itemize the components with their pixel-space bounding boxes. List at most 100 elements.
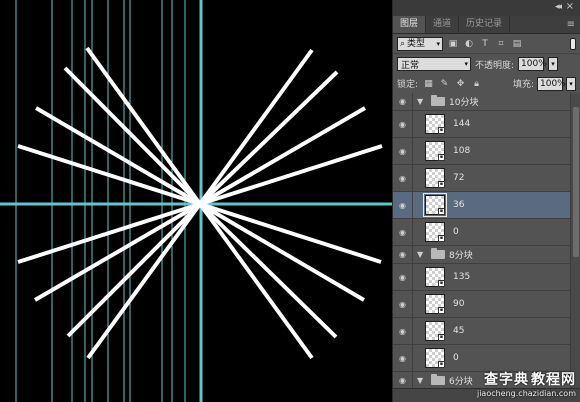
- layer-thumbnail: ▪: [425, 321, 445, 341]
- filter-toggle-switch[interactable]: [570, 37, 576, 50]
- smart-object-icon: ▪: [438, 307, 445, 314]
- layers-panel: ◂◂ × 图层 通道 历史记录 ≡ ⌕ 类型 ▾ ▣ ◐ T ⌗ ▤ 正常 ▾ …: [392, 0, 580, 402]
- eye-icon[interactable]: ◉: [393, 246, 413, 263]
- eye-icon[interactable]: ◉: [393, 345, 413, 371]
- layer-name[interactable]: 90: [453, 299, 464, 309]
- fill-label: 填充:: [512, 80, 534, 90]
- eye-icon[interactable]: ◉: [393, 111, 413, 137]
- chevron-down-icon[interactable]: ▼: [417, 250, 427, 259]
- layers-scrollbar[interactable]: [570, 93, 580, 388]
- opacity-label: 不透明度:: [475, 60, 515, 71]
- layer-row[interactable]: ◉ ▪ 108: [393, 138, 570, 165]
- lock-row: 锁定: ▦ ✎ ✥ 🔒︎ 填充: 100% ▾: [393, 74, 580, 94]
- folder-icon: [431, 374, 445, 385]
- pixel-filter-icon[interactable]: ▣: [447, 38, 459, 50]
- eye-icon[interactable]: ◉: [393, 372, 413, 388]
- eye-icon[interactable]: ◉: [393, 291, 413, 317]
- layer-thumbnail: ▪: [425, 348, 445, 368]
- layer-thumbnail: ▪: [425, 294, 445, 314]
- layer-name[interactable]: 45: [453, 326, 464, 336]
- layer-name[interactable]: 135: [453, 272, 470, 282]
- lock-position-icon[interactable]: ✥: [455, 78, 466, 89]
- radiating-line: [198, 202, 314, 360]
- watermark-url: jiaocheng.chazidian.com: [476, 389, 576, 398]
- blend-row: 正常 ▾ 不透明度: 100% ▾: [393, 54, 580, 74]
- fill-field[interactable]: 100%: [537, 76, 566, 91]
- layer-name[interactable]: 108: [453, 146, 470, 156]
- eye-icon[interactable]: ◉: [393, 219, 413, 245]
- panel-tabs: 图层 通道 历史记录 ≡: [393, 16, 580, 34]
- layer-name[interactable]: 0: [453, 353, 459, 363]
- layer-group-row[interactable]: ◉ ▼ 8分块: [393, 246, 570, 264]
- smart-object-icon: ▪: [438, 208, 445, 215]
- smart-object-icon: ▪: [438, 235, 445, 242]
- smart-object-icon: ▪: [438, 334, 445, 341]
- canvas-artwork: [0, 0, 392, 402]
- layer-thumbnail: ▪: [425, 222, 445, 242]
- layer-group-name: 10分块: [449, 98, 479, 108]
- eye-icon[interactable]: ◉: [393, 93, 413, 110]
- blend-mode-select[interactable]: 正常 ▾: [397, 57, 471, 71]
- blend-mode-value: 正常: [401, 60, 420, 71]
- shape-filter-icon[interactable]: ⌗: [495, 38, 507, 50]
- tab-history[interactable]: 历史记录: [459, 16, 511, 33]
- layer-name[interactable]: 36: [453, 200, 464, 210]
- tab-channels[interactable]: 通道: [426, 16, 460, 33]
- layer-row[interactable]: ◉ ▪ 36: [393, 192, 570, 219]
- layer-thumbnail: ▪: [425, 168, 445, 188]
- chevron-down-icon: ▾: [436, 39, 440, 48]
- radiating-line: [86, 202, 202, 360]
- smart-object-filter-icon[interactable]: ▤: [511, 38, 523, 50]
- layer-name[interactable]: 144: [453, 119, 470, 129]
- layer-thumbnail: ▪: [425, 114, 445, 134]
- layer-row[interactable]: ◉ ▪ 90: [393, 291, 570, 318]
- watermark-logo: 查字典 教程网: [477, 369, 576, 389]
- filter-kind-label: 类型: [407, 38, 426, 49]
- smart-object-icon: ▪: [438, 154, 445, 161]
- layer-thumbnail: ▪: [425, 141, 445, 161]
- watermark-logo-right: 教程网: [531, 372, 576, 388]
- folder-icon: [431, 95, 445, 106]
- fill-group: 填充: 100% ▾: [512, 76, 576, 91]
- eye-icon[interactable]: ◉: [393, 138, 413, 164]
- smart-object-icon: ▪: [438, 181, 445, 188]
- adjustment-filter-icon[interactable]: ◐: [463, 38, 475, 50]
- panel-menu-icon[interactable]: ≡: [567, 16, 575, 33]
- filter-kind-select[interactable]: ⌕ 类型 ▾: [397, 36, 443, 51]
- smart-object-icon: ▪: [438, 361, 445, 368]
- layer-row[interactable]: ◉ ▪ 144: [393, 111, 570, 138]
- layer-thumbnail: ▪: [425, 267, 445, 287]
- lock-all-icon[interactable]: 🔒︎: [471, 78, 482, 89]
- lock-image-icon[interactable]: ✎: [439, 78, 450, 89]
- close-icon[interactable]: ×: [566, 1, 574, 12]
- chevron-down-icon[interactable]: ▼: [417, 97, 427, 106]
- layer-row[interactable]: ◉ ▪ 0: [393, 345, 570, 372]
- layer-group-row[interactable]: ◉ ▼ 10分块: [393, 93, 570, 111]
- collapse-icon[interactable]: ◂◂: [555, 2, 562, 12]
- layer-row[interactable]: ◉ ▪ 45: [393, 318, 570, 345]
- eye-icon[interactable]: ◉: [393, 318, 413, 344]
- watermark-logo-left: 查字典: [484, 372, 529, 388]
- layer-row[interactable]: ◉ ▪ 135: [393, 264, 570, 291]
- opacity-field[interactable]: 100%: [518, 57, 547, 71]
- layers-list: ◉ ▼ 10分块 ◉ ▪ 144 ◉ ▪ 108 ◉ ▪ 72 ◉ ▪ 36 ◉ ▪ 0 ◉ ▼ 8分块 ◉ ▪ 135 ◉ ▪ 9…: [393, 93, 570, 388]
- watermark: 查字典 教程网 jiaocheng.chazidian.com: [477, 369, 576, 398]
- tab-layers[interactable]: 图层: [393, 16, 427, 33]
- layer-name[interactable]: 72: [453, 173, 464, 183]
- layer-name[interactable]: 0: [453, 227, 459, 237]
- layer-row[interactable]: ◉ ▪ 72: [393, 165, 570, 192]
- fill-dropdown-button[interactable]: ▾: [566, 76, 576, 91]
- layer-row[interactable]: ◉ ▪ 0: [393, 219, 570, 246]
- layer-group-name: 6分块: [449, 377, 473, 387]
- search-icon: ⌕: [400, 38, 406, 49]
- scrollbar-thumb[interactable]: [573, 107, 579, 257]
- smart-object-icon: ▪: [438, 127, 445, 134]
- opacity-dropdown-button[interactable]: ▾: [548, 57, 559, 71]
- eye-icon[interactable]: ◉: [393, 192, 413, 218]
- eye-icon[interactable]: ◉: [393, 264, 413, 290]
- eye-icon[interactable]: ◉: [393, 165, 413, 191]
- type-filter-icon[interactable]: T: [479, 38, 491, 50]
- chevron-down-icon[interactable]: ▼: [417, 376, 427, 385]
- document-canvas[interactable]: [0, 0, 392, 402]
- lock-transparency-icon[interactable]: ▦: [423, 78, 434, 89]
